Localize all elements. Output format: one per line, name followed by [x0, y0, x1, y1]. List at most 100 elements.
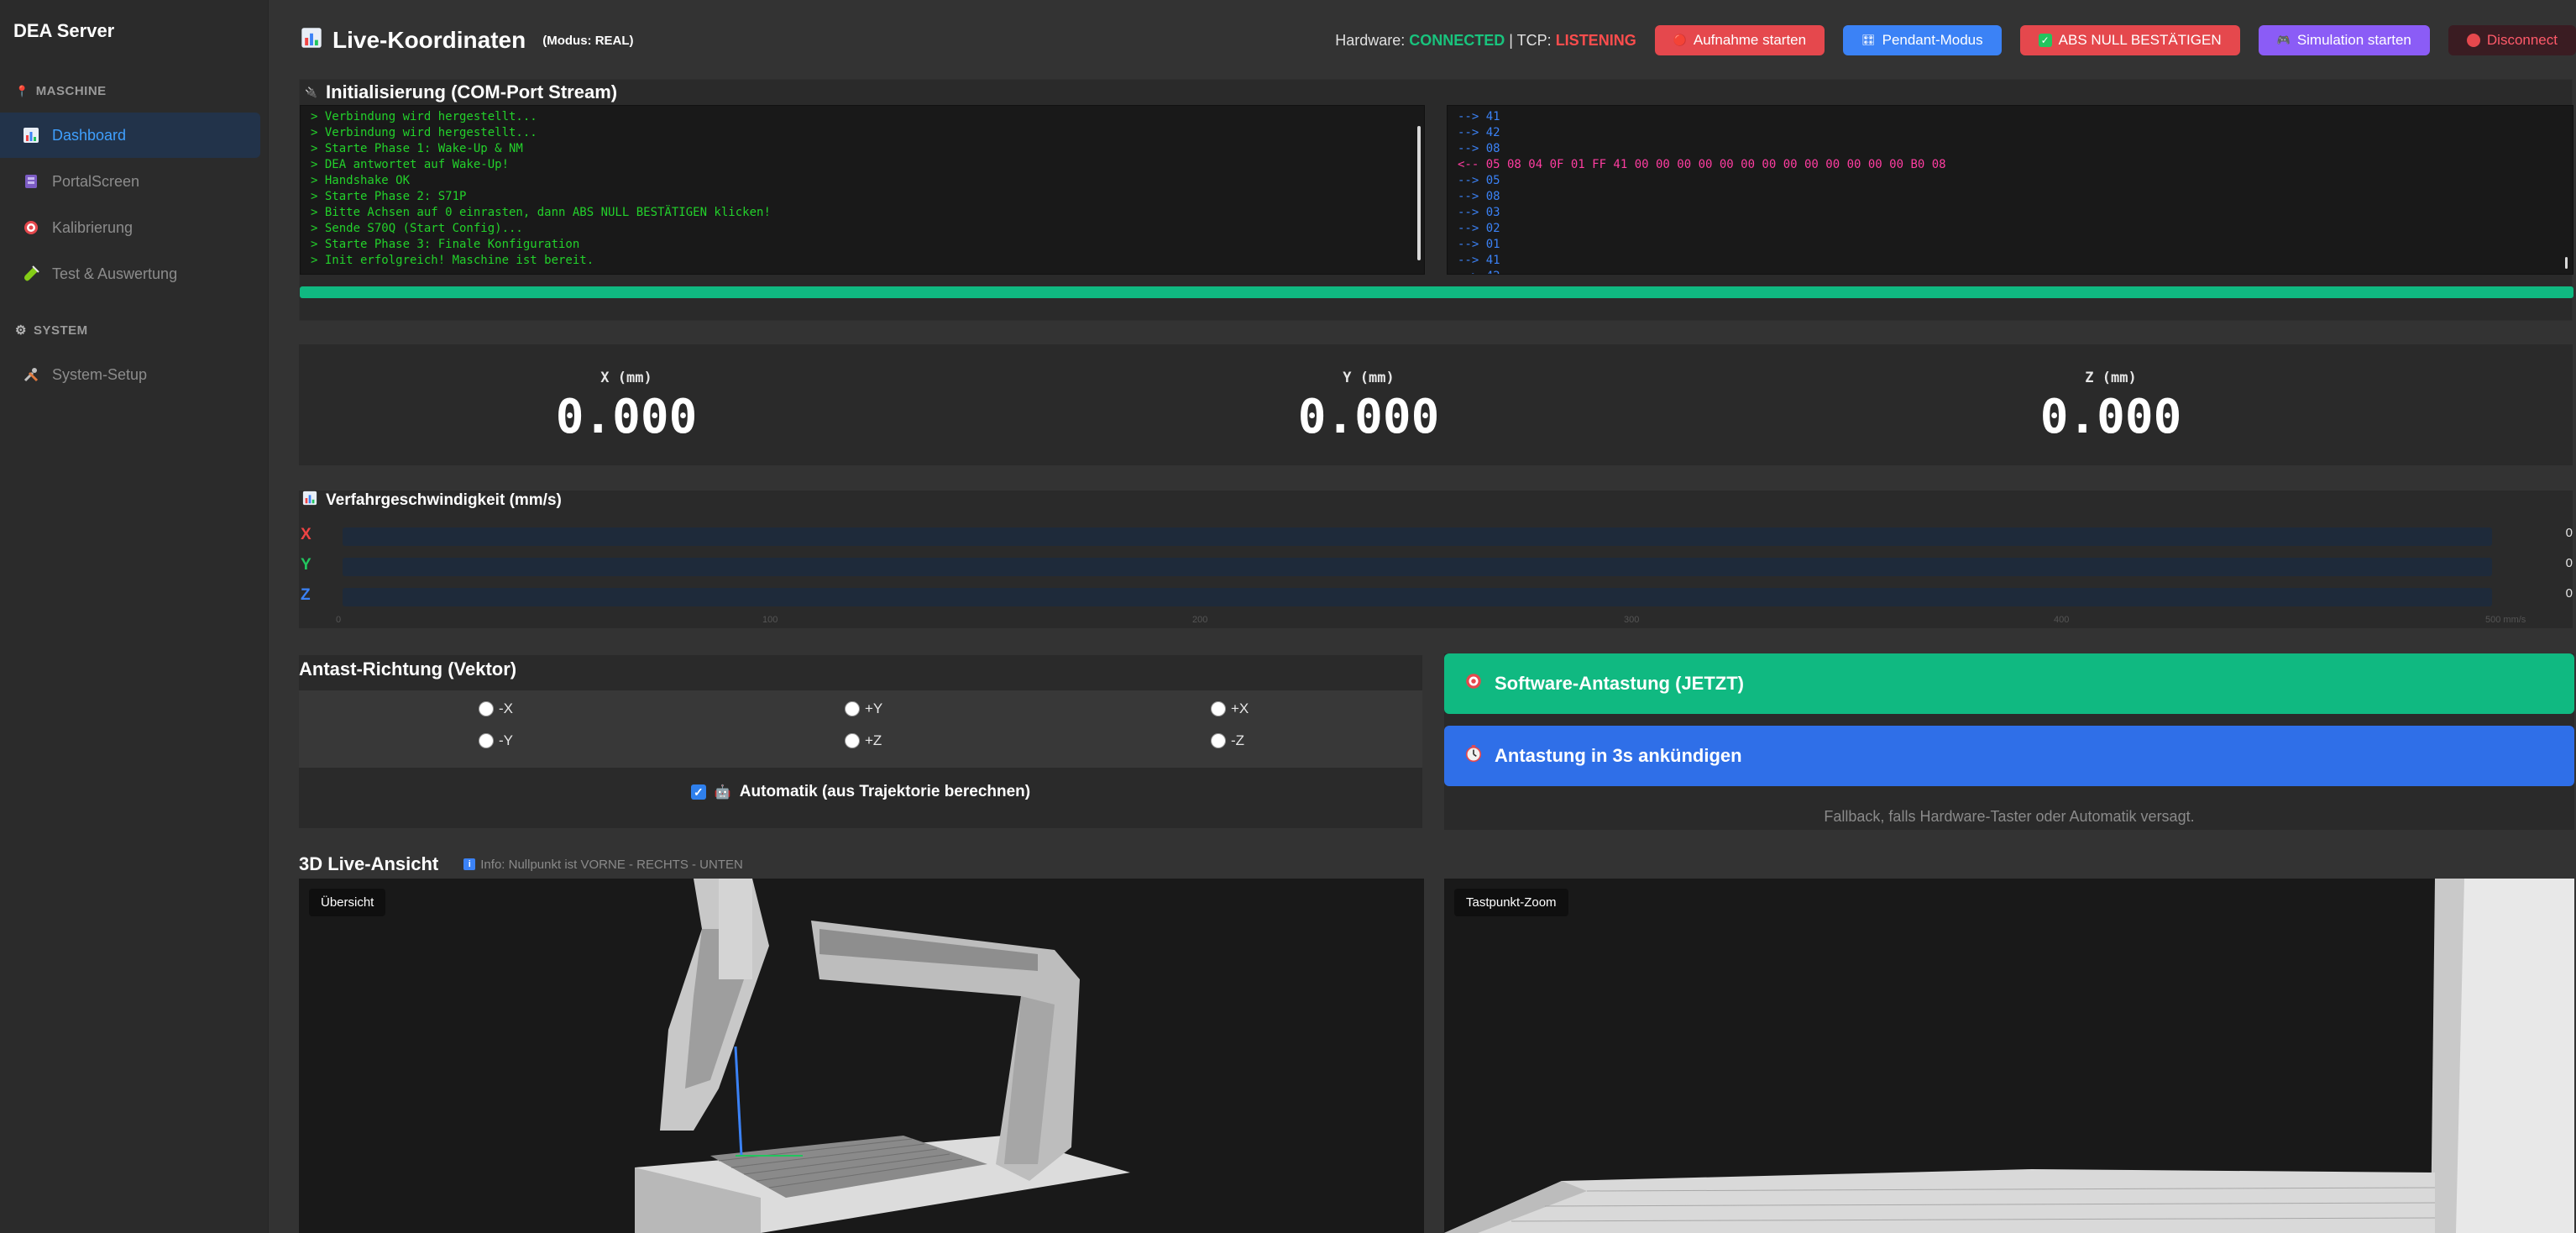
radio-dot[interactable] — [1211, 701, 1226, 716]
sidebar-item-dashboard[interactable]: Dashboard — [0, 113, 260, 158]
tcp-status: LISTENING — [1555, 31, 1636, 49]
radio-dot[interactable] — [845, 701, 860, 716]
stream-line: --> 41 — [1458, 110, 1500, 123]
probe-direction-panel: Antast-Richtung (Vektor) -X +Y +X -Y +Z … — [299, 655, 1422, 828]
bar-chart-icon — [22, 126, 40, 144]
plug-icon: 🔌 — [305, 87, 317, 98]
coord-y: Y (mm) 0.000 — [1243, 370, 1495, 444]
speed-tick: 0 — [336, 615, 342, 625]
speed-row-z: Z 0 — [299, 583, 2573, 608]
coord-z-label: Z (mm) — [2085, 370, 2137, 386]
scrollbar[interactable] — [2565, 257, 2568, 269]
radio-minus-z[interactable]: -Z — [1211, 732, 1244, 749]
zoom-viewport[interactable]: Tastpunkt-Zoom — [1444, 879, 2574, 1233]
radio-dot[interactable] — [479, 733, 494, 748]
brand-title: DEA Server — [13, 20, 115, 41]
coord-x: X (mm) 0.000 — [500, 370, 752, 444]
speed-y-track — [343, 558, 2492, 576]
radio-minus-y[interactable]: -Y — [479, 732, 513, 749]
pendant-button[interactable]: 🎛 Pendant-Modus — [1843, 25, 2002, 55]
sidebar-item-label: PortalScreen — [52, 172, 140, 190]
live-3d-header: 3D Live-Ansicht i Info: Nullpunkt ist VO… — [299, 853, 743, 875]
stream-line: --> 42 — [1458, 269, 2563, 274]
section-machine-label: MASCHINE — [35, 84, 107, 98]
record-button[interactable]: 🔴 Aufnahme starten — [1654, 25, 1825, 55]
robot-icon: 🤖 — [714, 785, 731, 800]
init-progress-fill — [300, 286, 2573, 298]
test-tube-icon — [22, 265, 40, 283]
coord-y-label: Y (mm) — [1343, 370, 1395, 386]
sidebar-item-kalibrierung[interactable]: Kalibrierung — [0, 205, 260, 250]
log-line: > Starte Phase 3: Finale Konfiguration — [311, 238, 580, 251]
radio-dot[interactable] — [1211, 733, 1226, 748]
overview-viewport[interactable]: Übersicht — [299, 879, 1424, 1233]
abs-null-label: ABS NULL BESTÄTIGEN — [2058, 32, 2222, 48]
speed-row-y: Y 0 — [299, 553, 2573, 578]
auto-checkbox[interactable]: ✓ — [690, 784, 706, 800]
software-probe-button[interactable]: Software-Antastung (JETZT) — [1444, 653, 2574, 714]
hex-stream: --> 41 --> 42 --> 08 <-- 05 08 04 0F 01 FF … — [1458, 109, 2563, 274]
log-line: > Init erfolgreich! Maschine ist bereit. — [311, 254, 594, 267]
coord-z: Z (mm) 0.000 — [1985, 370, 2237, 444]
log-line: > Handshake OK — [311, 174, 411, 187]
main-area: Live-Koordinaten (Modus: REAL) Hardware:… — [269, 0, 2576, 1233]
radio-plus-x[interactable]: +X — [1211, 700, 1249, 717]
pendant-label: Pendant-Modus — [1882, 32, 1983, 48]
radio-plus-z[interactable]: +Z — [845, 732, 882, 749]
speed-y-label: Y — [301, 556, 312, 574]
probe-actions: Software-Antastung (JETZT) Antastung in … — [1444, 653, 2574, 830]
radio-dot[interactable] — [479, 701, 494, 716]
live-3d-title: 3D Live-Ansicht — [299, 853, 439, 874]
radio-minus-x[interactable]: -X — [479, 700, 513, 717]
speed-tick: 400 — [2054, 615, 2070, 625]
hex-stream-console[interactable]: --> 41 --> 42 --> 08 <-- 05 08 04 0F 01 FF … — [1447, 105, 2573, 275]
speed-z-value: 0 — [2565, 586, 2573, 601]
radio-plus-y[interactable]: +Y — [845, 700, 882, 717]
speed-tick: 300 — [1624, 615, 1640, 625]
auto-label: Automatik (aus Trajektorie berechnen) — [739, 783, 1031, 800]
coord-y-value: 0.000 — [1297, 390, 1440, 444]
probe-zoom-3d-model — [1444, 879, 2574, 1233]
speed-tick: 500 mm/s — [2485, 615, 2526, 625]
sidebar-item-system-setup[interactable]: System-Setup — [0, 352, 260, 397]
init-panel: 🔌 Initialisierung (COM-Port Stream) > Ve… — [299, 79, 2573, 321]
sidebar-item-portalscreen[interactable]: PortalScreen — [0, 159, 260, 204]
disconnect-button[interactable]: Disconnect — [2448, 25, 2576, 55]
init-title: 🔌 Initialisierung (COM-Port Stream) — [305, 81, 617, 103]
speed-tick: 100 — [762, 615, 778, 625]
pin-icon: 📍 — [15, 84, 29, 97]
stream-line: --> 08 — [1458, 190, 1500, 203]
speed-x-label: X — [301, 526, 312, 543]
fallback-note: Fallback, falls Hardware-Taster oder Aut… — [1824, 808, 2195, 825]
init-log-console[interactable]: > Verbindung wird hergestellt... > Verbin… — [300, 105, 1425, 275]
radio-label: -Y — [499, 732, 513, 748]
bar-chart-icon — [302, 491, 317, 511]
init-log: > Verbindung wird hergestellt... > Verbin… — [311, 109, 1414, 269]
log-line: > Starte Phase 2: S71P — [311, 190, 467, 203]
speed-y-value: 0 — [2565, 556, 2573, 570]
sidebar-item-test[interactable]: Test & Auswertung — [0, 251, 260, 296]
zoom-tag: Tastpunkt-Zoom — [1454, 889, 1568, 916]
auto-option[interactable]: ✓ 🤖 Automatik (aus Trajektorie berechnen… — [299, 783, 1422, 801]
log-line: > Starte Phase 1: Wake-Up & NM — [311, 142, 523, 155]
stream-line: <-- 05 08 04 0F 01 FF 41 00 00 00 00 00 … — [1458, 158, 1946, 171]
log-line: > Bitte Achsen auf 0 einrasten, dann ABS… — [311, 206, 771, 219]
radio-dot[interactable] — [845, 733, 860, 748]
scrollbar[interactable] — [1417, 126, 1421, 260]
page-title-text: Live-Koordinaten — [332, 27, 526, 53]
announce-probe-label: Antastung in 3s ankündigen — [1495, 745, 1742, 766]
target-icon — [1464, 672, 1483, 695]
abs-null-button[interactable]: ✓ ABS NULL BESTÄTIGEN — [2019, 25, 2240, 55]
simulation-button[interactable]: 🎮 Simulation starten — [2258, 25, 2430, 55]
announce-probe-button[interactable]: Antastung in 3s ankündigen — [1444, 726, 2574, 786]
stream-line: --> 03 — [1458, 206, 1500, 219]
log-line: > Verbindung wird hergestellt... — [311, 126, 537, 139]
disconnect-label: Disconnect — [2486, 32, 2558, 48]
mode-label: (Modus: REAL) — [542, 33, 634, 48]
radio-label: +Y — [865, 700, 883, 716]
gear-icon: ⚙ — [15, 323, 27, 338]
status-separator: | — [1509, 31, 1513, 49]
speed-title-text: Verfahrgeschwindigkeit (mm/s) — [326, 491, 562, 509]
speed-tick: 200 — [1192, 615, 1208, 625]
log-line: > Sende S70Q (Start Config)... — [311, 222, 523, 235]
